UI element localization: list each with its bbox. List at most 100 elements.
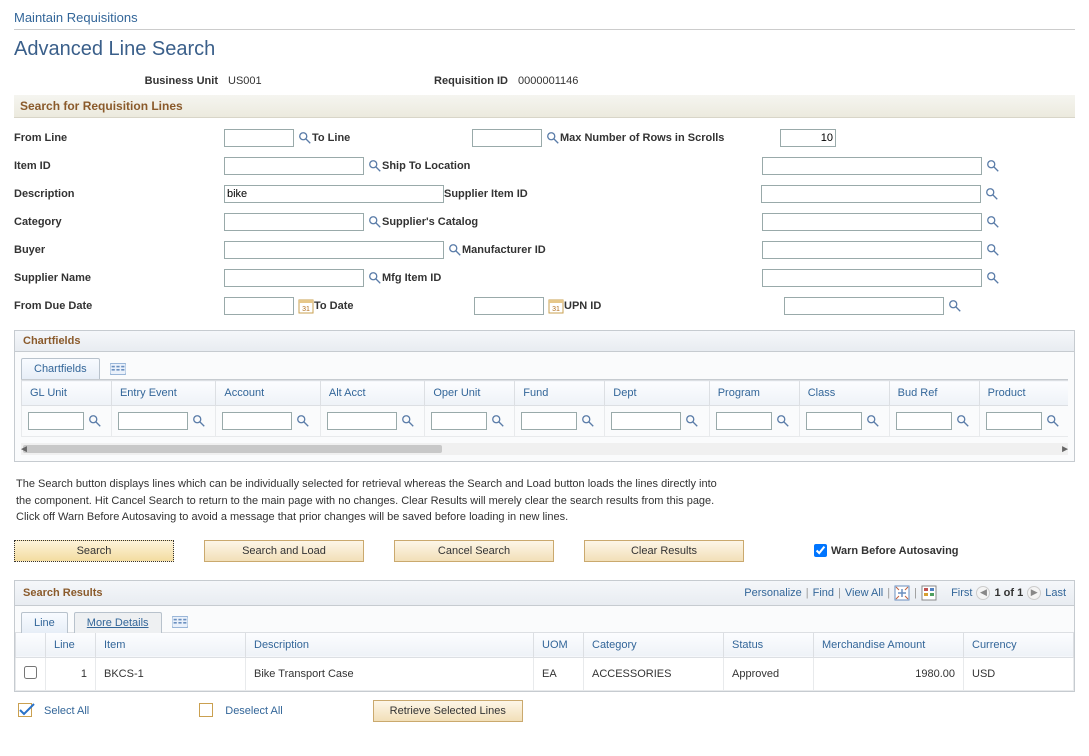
lookup-icon[interactable]: [296, 414, 310, 428]
res-col-line[interactable]: Line: [46, 632, 96, 657]
res-col-merch-amt[interactable]: Merchandise Amount: [814, 632, 964, 657]
cf-col-class[interactable]: Class: [799, 381, 889, 406]
lookup-icon[interactable]: [1046, 414, 1060, 428]
res-col-description[interactable]: Description: [246, 632, 534, 657]
to-date-input[interactable]: [474, 297, 544, 315]
lookup-icon[interactable]: [448, 243, 462, 257]
lookup-icon[interactable]: [776, 414, 790, 428]
horizontal-scrollbar[interactable]: ◄►: [21, 443, 1068, 455]
cf-program-input[interactable]: [716, 412, 772, 430]
lookup-icon[interactable]: [948, 299, 962, 313]
lookup-icon[interactable]: [401, 414, 415, 428]
view-all-link[interactable]: View All: [845, 587, 883, 599]
mfg-item-id-input[interactable]: [762, 269, 982, 287]
search-button[interactable]: Search: [14, 540, 174, 562]
cf-col-alt-acct[interactable]: Alt Acct: [320, 381, 424, 406]
lookup-icon[interactable]: [956, 414, 970, 428]
cf-alt-acct-input[interactable]: [327, 412, 397, 430]
select-all-link[interactable]: Select All: [44, 705, 89, 717]
calendar-icon[interactable]: 31: [298, 298, 314, 314]
cf-account-input[interactable]: [222, 412, 292, 430]
max-rows-input[interactable]: [780, 129, 836, 147]
lookup-icon[interactable]: [581, 414, 595, 428]
supplier-name-input[interactable]: [224, 269, 364, 287]
cf-dept-input[interactable]: [611, 412, 681, 430]
cf-entry-event-input[interactable]: [118, 412, 188, 430]
retrieve-selected-lines-button[interactable]: Retrieve Selected Lines: [373, 700, 523, 722]
lookup-icon[interactable]: [192, 414, 206, 428]
lookup-icon[interactable]: [368, 271, 382, 285]
item-id-input[interactable]: [224, 157, 364, 175]
res-col-currency[interactable]: Currency: [964, 632, 1074, 657]
lookup-icon[interactable]: [985, 187, 999, 201]
cf-oper-unit-input[interactable]: [431, 412, 487, 430]
lookup-icon[interactable]: [986, 215, 1000, 229]
res-col-status[interactable]: Status: [724, 632, 814, 657]
cf-col-gl-unit[interactable]: GL Unit: [22, 381, 112, 406]
cf-col-account[interactable]: Account: [216, 381, 320, 406]
find-link[interactable]: Find: [813, 587, 834, 599]
last-label[interactable]: Last: [1045, 587, 1066, 599]
prev-icon[interactable]: ◀: [976, 586, 990, 600]
cf-col-product[interactable]: Product: [979, 381, 1068, 406]
res-col-uom[interactable]: UOM: [534, 632, 584, 657]
cf-col-dept[interactable]: Dept: [605, 381, 709, 406]
warn-before-autosaving-checkbox[interactable]: [814, 544, 827, 557]
deselect-all-link[interactable]: Deselect All: [225, 705, 282, 717]
buyer-input[interactable]: [224, 241, 444, 259]
lookup-icon[interactable]: [546, 131, 560, 145]
cf-col-oper-unit[interactable]: Oper Unit: [425, 381, 515, 406]
cf-product-input[interactable]: [986, 412, 1042, 430]
buyer-label: Buyer: [14, 244, 224, 256]
show-all-columns-icon[interactable]: [110, 361, 126, 377]
from-due-date-input[interactable]: [224, 297, 294, 315]
res-col-category[interactable]: Category: [584, 632, 724, 657]
calendar-icon[interactable]: 31: [548, 298, 564, 314]
tab-chartfields[interactable]: Chartfields: [21, 358, 100, 379]
ship-to-input[interactable]: [762, 157, 982, 175]
lookup-icon[interactable]: [298, 131, 312, 145]
category-input[interactable]: [224, 213, 364, 231]
lookup-icon[interactable]: [685, 414, 699, 428]
tab-line[interactable]: Line: [21, 612, 68, 633]
lookup-icon[interactable]: [491, 414, 505, 428]
deselect-all-icon[interactable]: [199, 703, 217, 719]
supplier-item-id-input[interactable]: [761, 185, 981, 203]
search-and-load-button[interactable]: Search and Load: [204, 540, 364, 562]
svg-text:31: 31: [302, 306, 310, 313]
cf-class-input[interactable]: [806, 412, 862, 430]
select-all-icon[interactable]: [18, 703, 36, 719]
suppliers-catalog-input[interactable]: [762, 213, 982, 231]
tab-more-details[interactable]: More Details: [74, 612, 162, 633]
manufacturer-id-input[interactable]: [762, 241, 982, 259]
download-icon[interactable]: [921, 585, 937, 601]
clear-results-button[interactable]: Clear Results: [584, 540, 744, 562]
upn-id-input[interactable]: [784, 297, 944, 315]
description-input[interactable]: [224, 185, 444, 203]
cf-col-entry-event[interactable]: Entry Event: [111, 381, 215, 406]
lookup-icon[interactable]: [986, 243, 1000, 257]
row-select-checkbox[interactable]: [24, 666, 37, 679]
personalize-link[interactable]: Personalize: [744, 587, 801, 599]
zoom-icon[interactable]: [894, 585, 910, 601]
lookup-icon[interactable]: [986, 159, 1000, 173]
next-icon[interactable]: ▶: [1027, 586, 1041, 600]
to-line-input[interactable]: [472, 129, 542, 147]
breadcrumb[interactable]: Maintain Requisitions: [14, 10, 1075, 25]
cf-bud-ref-input[interactable]: [896, 412, 952, 430]
lookup-icon[interactable]: [368, 159, 382, 173]
cf-col-program[interactable]: Program: [709, 381, 799, 406]
lookup-icon[interactable]: [866, 414, 880, 428]
cf-fund-input[interactable]: [521, 412, 577, 430]
lookup-icon[interactable]: [986, 271, 1000, 285]
show-all-columns-icon[interactable]: [172, 614, 188, 630]
lookup-icon[interactable]: [88, 414, 102, 428]
cf-gl-unit-input[interactable]: [28, 412, 84, 430]
cancel-search-button[interactable]: Cancel Search: [394, 540, 554, 562]
lookup-icon[interactable]: [368, 215, 382, 229]
res-col-item[interactable]: Item: [96, 632, 246, 657]
cf-col-bud-ref[interactable]: Bud Ref: [889, 381, 979, 406]
from-line-input[interactable]: [224, 129, 294, 147]
first-label[interactable]: First: [951, 587, 972, 599]
cf-col-fund[interactable]: Fund: [515, 381, 605, 406]
